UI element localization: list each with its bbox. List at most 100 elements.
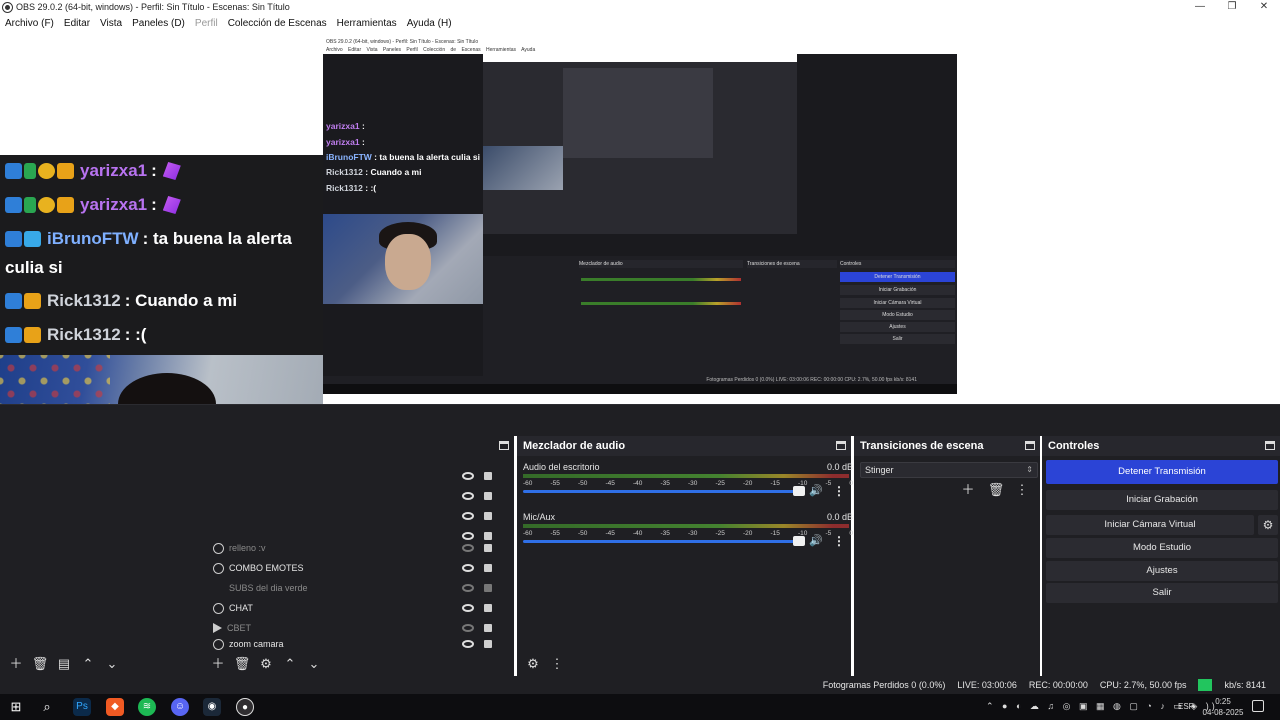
lock-icon[interactable] [484, 492, 492, 500]
menu-profile[interactable]: Perfil [190, 18, 223, 29]
restore-icon[interactable]: ❐ [1216, 0, 1248, 14]
source-item[interactable]: zoom camara [206, 638, 496, 650]
discord-icon[interactable]: ☺ [171, 698, 189, 716]
settings-button[interactable]: Ajustes [1046, 561, 1278, 581]
undock-icon[interactable] [1265, 441, 1275, 450]
undock-icon[interactable] [1025, 441, 1035, 450]
minimize-icon[interactable]: — [1184, 0, 1216, 14]
virtual-camera-settings-icon[interactable]: ⚙ [1258, 515, 1278, 535]
eye-slash-icon[interactable] [462, 544, 474, 552]
language-indicator[interactable]: ESP [1178, 702, 1194, 711]
eye-icon[interactable] [462, 492, 474, 500]
lock-icon[interactable] [484, 544, 492, 552]
source-down-icon[interactable]: ⌄ [304, 654, 324, 674]
source-item[interactable] [206, 506, 496, 526]
volume-slider[interactable] [523, 540, 803, 543]
kebab-menu-icon[interactable]: ⋮ [833, 484, 845, 498]
cpu-usage: CPU: 2.7%, 50.00 fps [1099, 680, 1187, 690]
lock-icon[interactable] [484, 584, 492, 592]
eye-icon[interactable] [462, 512, 474, 520]
start-recording-button[interactable]: Iniciar Grabación [1046, 490, 1278, 510]
remove-source-icon[interactable]: 🗑 [232, 654, 252, 674]
remove-transition-icon[interactable]: 🗑 [986, 480, 1006, 500]
eye-slash-icon[interactable] [462, 624, 474, 632]
advanced-audio-icon[interactable]: ⚙ [523, 654, 543, 674]
start-virtual-camera-button[interactable]: Iniciar Cámara Virtual [1046, 515, 1254, 535]
nested-inner-titlebar [483, 54, 797, 62]
add-source-icon[interactable]: ＋ [208, 654, 228, 674]
transition-menu-icon[interactable]: ⋮ [1012, 480, 1032, 500]
nested-meter-1 [581, 278, 741, 281]
lock-icon[interactable] [484, 624, 492, 632]
obs-icon [2, 1, 13, 13]
studio-mode-button[interactable]: Modo Estudio [1046, 538, 1278, 558]
menu-edit[interactable]: Editar [59, 18, 95, 29]
globe-icon [213, 542, 224, 554]
eye-icon[interactable] [462, 472, 474, 480]
volume-slider-handle[interactable] [793, 486, 805, 496]
windows-start-icon[interactable]: ⊞ [7, 698, 25, 716]
nested-menu: Archivo Editar Vista Paneles Perfil Cole… [323, 46, 957, 54]
obs-taskbar-icon[interactable]: ● [236, 698, 254, 716]
nested-title: OBS 29.0.2 (64-bit, windows) - Perfil: S… [323, 38, 957, 46]
menu-scene-collection[interactable]: Colección de Escenas [223, 18, 332, 29]
volume-slider-handle[interactable] [793, 536, 805, 546]
crown-badge-icon [24, 293, 41, 309]
source-item[interactable]: relleno :v [206, 538, 496, 558]
lock-icon[interactable] [484, 564, 492, 572]
kebab-menu-icon[interactable]: ⋮ [833, 534, 845, 548]
steam-icon[interactable]: ◉ [203, 698, 221, 716]
source-item[interactable] [206, 486, 496, 506]
add-transition-icon[interactable]: ＋ [958, 480, 978, 500]
eye-slash-icon[interactable] [462, 584, 474, 592]
chat-message: Rick1312: Cuando a mi [5, 291, 237, 311]
lock-icon[interactable] [484, 604, 492, 612]
eye-icon[interactable] [462, 640, 474, 648]
spotify-icon[interactable]: ≋ [138, 698, 156, 716]
mixer-menu-icon[interactable]: ⋮ [547, 654, 567, 674]
source-item[interactable]: SUBS del dia verde [206, 578, 496, 598]
transition-select[interactable]: Stinger ⇕ [860, 462, 1038, 478]
menu-tools[interactable]: Herramientas [332, 18, 402, 29]
filter-icon[interactable]: ▤ [54, 654, 74, 674]
notification-icon[interactable] [1252, 700, 1264, 712]
move-down-icon[interactable]: ⌄ [102, 654, 122, 674]
close-icon[interactable]: ✕ [1248, 0, 1280, 14]
source-settings-icon[interactable]: ⚙ [256, 654, 276, 674]
menu-help[interactable]: Ayuda (H) [402, 18, 457, 29]
remove-scene-icon[interactable]: 🗑 [30, 654, 50, 674]
nested-virtual-cam: Iniciar Cámara Virtual [840, 298, 955, 308]
speaker-icon[interactable]: 🔊 [809, 484, 823, 497]
menu-docks[interactable]: Paneles (D) [127, 18, 190, 29]
prime-badge-icon [5, 231, 22, 247]
speaker-icon[interactable]: 🔊 [809, 534, 823, 547]
volume-slider[interactable] [523, 490, 803, 493]
photoshop-icon[interactable]: Ps [73, 698, 91, 716]
play-icon [213, 623, 222, 633]
crown-badge-icon [24, 327, 41, 343]
undock-icon[interactable] [836, 441, 846, 450]
source-item[interactable]: COMBO EMOTES [206, 558, 496, 578]
add-scene-icon[interactable]: ＋ [6, 654, 26, 674]
clock[interactable]: 0:25 04-08-2025 [1200, 696, 1246, 718]
menu-file[interactable]: Archivo (F) [0, 18, 59, 29]
source-item[interactable]: CBET [206, 618, 496, 638]
eye-icon[interactable] [462, 604, 474, 612]
stop-stream-button[interactable]: Detener Transmisión [1046, 460, 1278, 484]
prime-badge-icon [5, 163, 22, 179]
controls-dock: Controles Detener Transmisión Iniciar Gr… [1042, 436, 1280, 676]
lock-icon[interactable] [484, 472, 492, 480]
search-icon[interactable]: ⌕ [38, 698, 56, 716]
source-item[interactable] [206, 466, 496, 486]
move-up-icon[interactable]: ⌃ [78, 654, 98, 674]
source-item[interactable]: CHAT [206, 598, 496, 618]
brave-icon[interactable]: ◆ [106, 698, 124, 716]
audio-mixer-dock: Mezclador de audio Audio del escritorio … [517, 436, 853, 676]
source-up-icon[interactable]: ⌃ [280, 654, 300, 674]
menu-view[interactable]: Vista [95, 18, 127, 29]
lock-icon[interactable] [484, 640, 492, 648]
undock-icon[interactable] [499, 441, 509, 450]
lock-icon[interactable] [484, 512, 492, 520]
exit-button[interactable]: Salir [1046, 583, 1278, 603]
eye-icon[interactable] [462, 564, 474, 572]
